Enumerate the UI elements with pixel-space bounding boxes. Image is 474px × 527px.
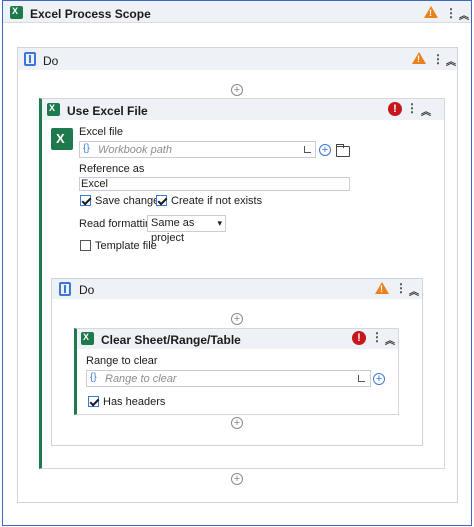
warning-exclamation: ! <box>380 284 383 294</box>
more-options-icon[interactable]: ⋮ <box>406 101 418 115</box>
clear-sheet-title: Clear Sheet/Range/Table <box>101 333 241 347</box>
collapse-icon[interactable]: ︽ <box>421 103 431 118</box>
save-changes-checkbox[interactable] <box>80 195 91 206</box>
save-changes-label: Save changes <box>95 195 165 207</box>
reference-as-input[interactable] <box>79 177 350 191</box>
workbook-path-placeholder: Workbook path <box>98 144 172 156</box>
excel-icon <box>10 6 23 19</box>
collapse-icon[interactable]: ︽ <box>459 7 469 22</box>
more-options-icon[interactable]: ⋮ <box>432 52 444 66</box>
plus-menu-icon[interactable]: + <box>319 144 331 156</box>
read-formatting-label: Read formatting <box>79 218 158 230</box>
add-activity-icon[interactable]: + <box>231 417 243 429</box>
collapse-icon[interactable]: ︽ <box>409 283 419 298</box>
chevron-down-icon: ▾ <box>217 218 222 228</box>
do-inner-title: Do <box>79 283 95 297</box>
template-file-checkbox[interactable] <box>80 240 91 251</box>
add-activity-icon[interactable]: + <box>231 313 243 325</box>
range-to-clear-label: Range to clear <box>86 355 158 367</box>
sequence-icon <box>24 52 36 66</box>
more-options-icon[interactable]: ⋮ <box>371 330 383 344</box>
error-icon[interactable]: ! <box>352 331 366 345</box>
error-icon[interactable]: ! <box>388 102 402 116</box>
expression-icon[interactable]: {} <box>90 372 97 383</box>
browse-folder-icon[interactable] <box>336 144 350 157</box>
create-if-not-exists-label: Create if not exists <box>171 195 263 207</box>
more-options-icon[interactable]: ⋮ <box>445 6 457 20</box>
reference-as-value: Excel <box>81 178 108 190</box>
excel-process-scope-title: Excel Process Scope <box>30 7 151 21</box>
has-headers-checkbox[interactable] <box>88 396 99 407</box>
add-activity-icon[interactable]: + <box>231 473 243 485</box>
more-options-icon[interactable]: ⋮ <box>395 281 407 295</box>
do-sequence-inner-header[interactable] <box>52 279 422 299</box>
reference-as-label: Reference as <box>79 163 145 175</box>
expand-editor-icon[interactable] <box>358 375 365 382</box>
collapse-icon[interactable]: ︽ <box>446 53 456 68</box>
warning-exclamation: ! <box>429 8 432 18</box>
plus-menu-icon[interactable]: + <box>373 373 385 385</box>
has-headers-label: Has headers <box>103 396 166 408</box>
excel-icon <box>81 332 94 345</box>
template-file-label: Template file <box>95 240 157 252</box>
add-activity-icon[interactable]: + <box>231 84 243 96</box>
collapse-icon[interactable]: ︽ <box>385 332 395 347</box>
create-if-not-exists-checkbox[interactable] <box>156 195 167 206</box>
read-formatting-dropdown[interactable]: Same as project ▾ <box>147 215 226 244</box>
sequence-icon <box>59 282 71 296</box>
do-outer-title: Do <box>43 54 59 68</box>
range-to-clear-placeholder: Range to clear <box>105 373 177 385</box>
warning-exclamation: ! <box>417 54 420 64</box>
excel-file-label: Excel file <box>79 126 124 138</box>
expression-icon[interactable]: {} <box>83 143 90 154</box>
expand-editor-icon[interactable] <box>304 146 311 153</box>
use-excel-file-title: Use Excel File <box>67 104 148 118</box>
excel-icon <box>47 103 60 116</box>
do-sequence-outer-header[interactable] <box>18 48 457 70</box>
excel-file-icon <box>51 128 73 150</box>
